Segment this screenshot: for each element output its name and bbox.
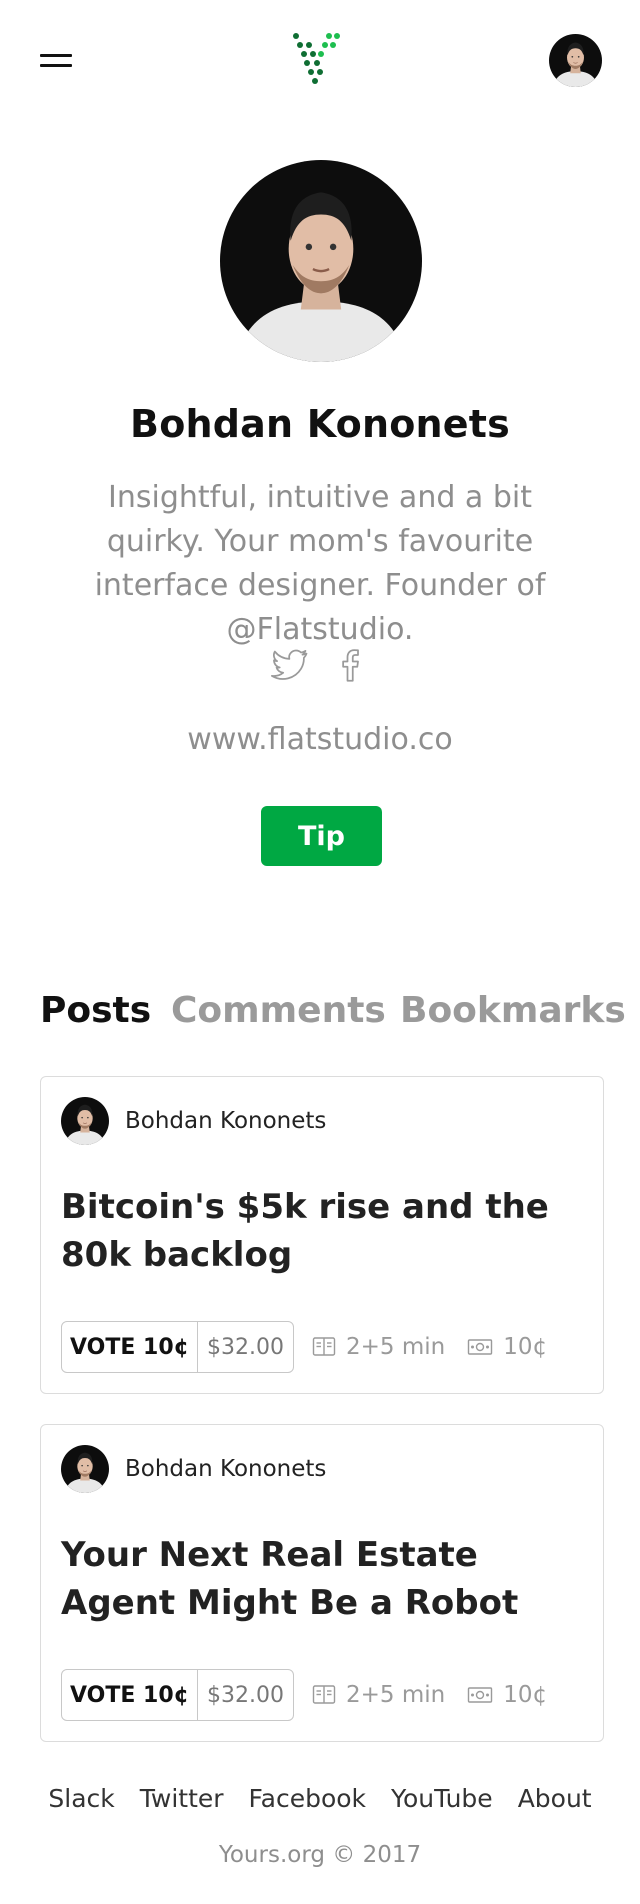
book-icon bbox=[312, 1337, 336, 1356]
price-text: 10¢ bbox=[503, 1334, 548, 1360]
top-header bbox=[0, 0, 640, 120]
footer-link-twitter[interactable]: Twitter bbox=[140, 1784, 224, 1813]
tip-button[interactable]: Tip bbox=[261, 806, 382, 866]
dotted-v-logo[interactable] bbox=[292, 32, 348, 92]
profile-photo bbox=[220, 160, 422, 362]
read-time-text: 2+5 min bbox=[346, 1682, 446, 1708]
footer-link-facebook[interactable]: Facebook bbox=[249, 1784, 366, 1813]
profile-name: Bohdan Kononets bbox=[130, 402, 510, 446]
read-time: 2+5 min bbox=[312, 1682, 445, 1708]
post-card: Bohdan Kononets Your Next Real Estate Ag… bbox=[40, 1424, 604, 1742]
vote-button[interactable]: VOTE 10¢ bbox=[62, 1670, 198, 1720]
facebook-icon[interactable] bbox=[330, 644, 372, 686]
profile-bio: Insightful, intuitive and a bit quirky. … bbox=[94, 480, 546, 647]
website-link[interactable]: www.flatstudio.co bbox=[0, 722, 640, 757]
vote-group: VOTE 10¢ $32.00 bbox=[61, 1321, 294, 1373]
book-icon bbox=[312, 1685, 336, 1704]
social-links bbox=[0, 644, 640, 686]
read-time-text: 2+5 min bbox=[346, 1334, 446, 1360]
post-card: Bohdan Kononets Bitcoin's $5k rise and t… bbox=[40, 1076, 604, 1394]
copyright: Yours.org © 2017 bbox=[218, 1842, 422, 1868]
twitter-icon[interactable] bbox=[268, 644, 310, 686]
post-author[interactable]: Bohdan Kononets bbox=[61, 1445, 326, 1493]
vote-amount: $32.00 bbox=[207, 1682, 284, 1708]
cash-icon bbox=[468, 1687, 493, 1703]
hamburger-menu-icon[interactable] bbox=[40, 52, 72, 70]
post-title[interactable]: Bitcoin's $5k rise and the 80k backlog bbox=[61, 1183, 585, 1279]
post-actions: VOTE 10¢ $32.00 2+5 min 10¢ bbox=[61, 1321, 547, 1373]
post-title[interactable]: Your Next Real Estate Agent Might Be a R… bbox=[61, 1531, 585, 1627]
read-time: 2+5 min bbox=[312, 1334, 445, 1360]
vote-amount: $32.00 bbox=[207, 1334, 284, 1360]
tab-comments[interactable]: Comments bbox=[171, 990, 386, 1031]
author-name: Bohdan Kononets bbox=[125, 1108, 327, 1134]
vote-button[interactable]: VOTE 10¢ bbox=[62, 1322, 198, 1372]
footer-link-about[interactable]: About bbox=[518, 1784, 592, 1813]
footer-link-youtube[interactable]: YouTube bbox=[391, 1784, 493, 1813]
footer-links: Slack Twitter Facebook YouTube About bbox=[0, 1784, 640, 1813]
vote-group: VOTE 10¢ $32.00 bbox=[61, 1669, 294, 1721]
post-author[interactable]: Bohdan Kononets bbox=[61, 1097, 326, 1145]
footer-link-slack[interactable]: Slack bbox=[48, 1784, 114, 1813]
post-price: 10¢ bbox=[467, 1334, 547, 1360]
author-avatar bbox=[61, 1445, 109, 1493]
tab-posts[interactable]: Posts bbox=[40, 990, 151, 1031]
post-actions: VOTE 10¢ $32.00 2+5 min 10¢ bbox=[61, 1669, 547, 1721]
profile-tabs: Posts Comments Bookmarks bbox=[40, 990, 626, 1040]
price-text: 10¢ bbox=[503, 1682, 548, 1708]
cash-icon bbox=[468, 1339, 493, 1355]
user-avatar[interactable] bbox=[549, 34, 602, 87]
tab-bookmarks[interactable]: Bookmarks bbox=[400, 990, 626, 1031]
author-name: Bohdan Kononets bbox=[125, 1456, 327, 1482]
post-price: 10¢ bbox=[467, 1682, 547, 1708]
author-avatar bbox=[61, 1097, 109, 1145]
